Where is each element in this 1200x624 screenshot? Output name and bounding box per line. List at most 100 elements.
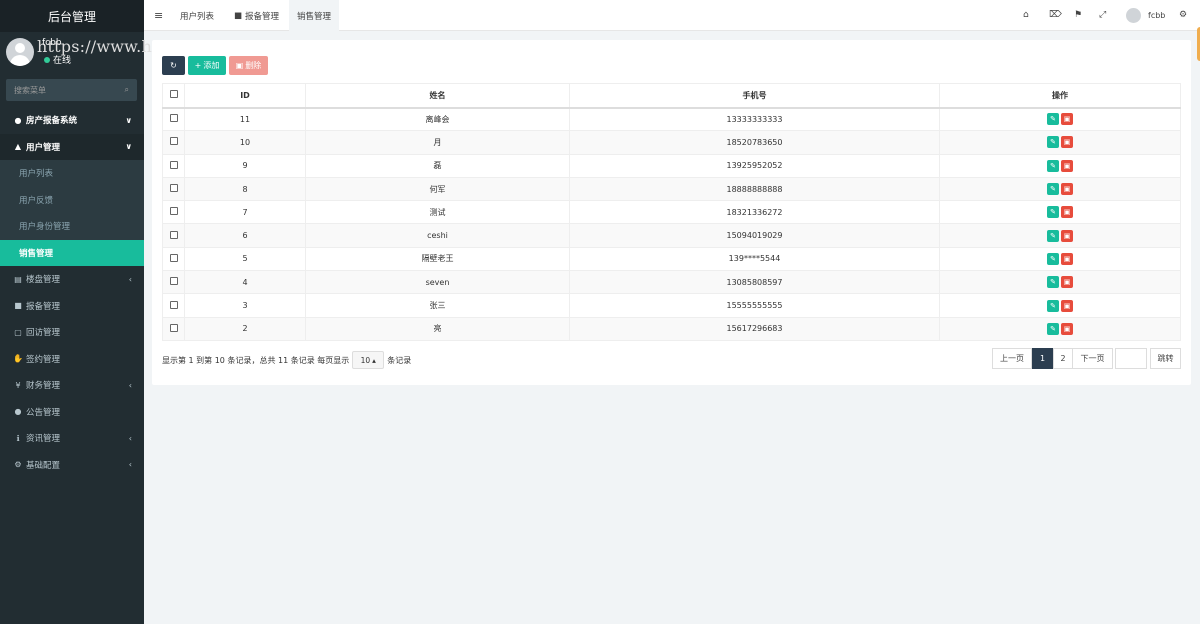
page-button-2[interactable]: 2 bbox=[1053, 348, 1073, 369]
sidebar-item-contract[interactable]: ✋ 签约管理 bbox=[0, 346, 144, 373]
sidebar-item-label: 销售管理 bbox=[19, 248, 54, 259]
pencil-icon: ✎ bbox=[1050, 161, 1056, 170]
edit-button[interactable]: ✎ bbox=[1047, 113, 1059, 126]
row-checkbox[interactable] bbox=[169, 160, 178, 169]
edit-button[interactable]: ✎ bbox=[1047, 136, 1059, 149]
row-checkbox[interactable] bbox=[169, 300, 178, 309]
cell-name: 亮 bbox=[305, 316, 570, 341]
row-checkbox[interactable] bbox=[169, 207, 178, 216]
select-all-checkbox[interactable] bbox=[169, 90, 178, 99]
page-number: 1 bbox=[1039, 354, 1046, 363]
table-row[interactable]: 3 张三 15555555555 ✎ ▣ bbox=[162, 293, 1181, 318]
column-header-name[interactable]: 姓名 bbox=[305, 83, 570, 109]
sidebar-item-config[interactable]: ⚙ 基础配置 ‹ bbox=[0, 452, 144, 479]
menu-toggle-icon[interactable]: ≡ bbox=[154, 9, 163, 22]
sidebar-item-notice[interactable]: ● 公告管理 bbox=[0, 399, 144, 426]
delete-row-button[interactable]: ▣ bbox=[1061, 206, 1073, 219]
sidebar-item-revisit[interactable]: ▢ 回访管理 bbox=[0, 319, 144, 346]
topbar-user-name[interactable]: fcbb bbox=[1148, 11, 1165, 20]
edit-button[interactable]: ✎ bbox=[1047, 229, 1059, 242]
sidebar-item-user-feedback[interactable]: 用户反馈 bbox=[0, 187, 144, 214]
table-row[interactable]: 2 亮 15617296683 ✎ ▣ bbox=[162, 316, 1181, 341]
jump-button[interactable]: 跳转 bbox=[1150, 348, 1181, 369]
pencil-icon: ✎ bbox=[1050, 138, 1056, 147]
page-size-select[interactable]: 10 ▴ bbox=[352, 351, 385, 369]
trash-icon: ▣ bbox=[1063, 115, 1071, 124]
edit-button[interactable]: ✎ bbox=[1047, 159, 1059, 172]
sidebar-item-building[interactable]: ▤ 楼盘管理 ‹ bbox=[0, 266, 144, 293]
tab-sales[interactable]: 销售管理 bbox=[289, 0, 340, 31]
table-row[interactable]: 11 离峰会 13333333333 ✎ ▣ bbox=[162, 106, 1181, 132]
table-row[interactable]: 7 测试 18321336272 ✎ ▣ bbox=[162, 200, 1181, 225]
delete-row-button[interactable]: ▣ bbox=[1061, 322, 1073, 335]
row-checkbox[interactable] bbox=[169, 114, 178, 123]
sidebar-item-property-system[interactable]: ● 房产报备系统 ∨ bbox=[0, 107, 144, 134]
language-icon[interactable]: ⚑ bbox=[1074, 10, 1082, 20]
trash-icon[interactable]: ⌦ bbox=[1049, 10, 1062, 20]
sidebar-item-user-management[interactable]: ▲ 用户管理 ∨ bbox=[0, 133, 144, 160]
edit-button[interactable]: ✎ bbox=[1047, 252, 1059, 265]
next-page-button[interactable]: 下一页 bbox=[1072, 348, 1113, 369]
page-button-1[interactable]: 1 bbox=[1032, 348, 1053, 369]
prev-page-label: 上一页 bbox=[1000, 354, 1024, 363]
table-row[interactable]: 9 磊 13925952052 ✎ ▣ bbox=[162, 153, 1181, 178]
add-button[interactable]: + 添加 bbox=[188, 56, 226, 75]
jump-page-input[interactable] bbox=[1115, 348, 1147, 369]
cell-phone: 13085808597 bbox=[569, 270, 940, 295]
edit-button[interactable]: ✎ bbox=[1047, 299, 1059, 312]
edit-button[interactable]: ✎ bbox=[1047, 183, 1059, 196]
column-header-id[interactable]: ID bbox=[184, 83, 306, 109]
cell-id: 6 bbox=[184, 223, 306, 248]
sidebar-item-sales[interactable]: 销售管理 bbox=[0, 239, 144, 266]
delete-row-button[interactable]: ▣ bbox=[1061, 229, 1073, 242]
trash-icon: ▣ bbox=[235, 61, 244, 70]
table-row[interactable]: 8 何军 18888888888 ✎ ▣ bbox=[162, 176, 1181, 202]
sidebar-item-label: 用户列表 bbox=[19, 169, 54, 180]
column-header-phone[interactable]: 手机号 bbox=[569, 83, 940, 109]
fullscreen-icon[interactable]: ⤢ bbox=[1099, 10, 1106, 20]
trash-icon: ▣ bbox=[1063, 161, 1071, 170]
cell-actions: ✎ ▣ bbox=[939, 293, 1181, 318]
row-checkbox[interactable] bbox=[169, 277, 178, 286]
refresh-button[interactable]: ↻ bbox=[162, 56, 185, 75]
edit-button[interactable]: ✎ bbox=[1047, 276, 1059, 289]
table-row[interactable]: 10 月 18520783650 ✎ ▣ bbox=[162, 130, 1181, 155]
sidebar-item-finance[interactable]: ¥ 财务管理 ‹ bbox=[0, 372, 144, 399]
delete-row-button[interactable]: ▣ bbox=[1061, 159, 1073, 172]
table-row[interactable]: 4 seven 13085808597 ✎ ▣ bbox=[162, 270, 1181, 295]
sidebar-item-news[interactable]: ℹ 资讯管理 ‹ bbox=[0, 425, 144, 452]
sidebar-item-label: 楼盘管理 bbox=[26, 275, 61, 286]
delete-row-button[interactable]: ▣ bbox=[1061, 113, 1073, 126]
refresh-icon: ↻ bbox=[170, 61, 177, 70]
table-row[interactable]: 5 隔壁老王 139****5544 ✎ ▣ bbox=[162, 246, 1181, 272]
sidebar-item-user-list[interactable]: 用户列表 bbox=[0, 160, 144, 187]
app-title[interactable]: 后台管理 bbox=[0, 0, 144, 32]
table-row[interactable]: 6 ceshi 15094019029 ✎ ▣ bbox=[162, 223, 1181, 248]
row-checkbox[interactable] bbox=[169, 230, 178, 239]
row-checkbox[interactable] bbox=[169, 184, 178, 193]
delete-row-button[interactable]: ▣ bbox=[1061, 299, 1073, 312]
gear-icon[interactable]: ⚙ bbox=[1179, 10, 1187, 20]
edit-button[interactable]: ✎ bbox=[1047, 206, 1059, 219]
home-icon[interactable]: ⌂ bbox=[1023, 10, 1029, 20]
row-checkbox[interactable] bbox=[169, 253, 178, 262]
avatar[interactable] bbox=[1126, 8, 1141, 23]
edit-button[interactable]: ✎ bbox=[1047, 322, 1059, 335]
tab-report[interactable]: ■ 报备管理 bbox=[226, 0, 287, 31]
delete-row-button[interactable]: ▣ bbox=[1061, 276, 1073, 289]
delete-row-button[interactable]: ▣ bbox=[1061, 252, 1073, 265]
delete-row-button[interactable]: ▣ bbox=[1061, 183, 1073, 196]
delete-button[interactable]: ▣ 删除 bbox=[229, 56, 268, 75]
row-select-cell bbox=[162, 246, 185, 272]
sidebar-search-input[interactable]: 搜索菜单 ⌕ bbox=[6, 79, 137, 101]
cell-id: 8 bbox=[184, 176, 306, 202]
cell-id: 2 bbox=[184, 316, 306, 341]
sidebar-item-user-identity[interactable]: 用户身份管理 bbox=[0, 213, 144, 240]
row-checkbox[interactable] bbox=[169, 137, 178, 146]
tab-user-list[interactable]: 用户列表 bbox=[172, 0, 222, 31]
sidebar-item-report[interactable]: ■ 报备管理 bbox=[0, 293, 144, 320]
prev-page-button[interactable]: 上一页 bbox=[992, 348, 1032, 369]
delete-row-button[interactable]: ▣ bbox=[1061, 136, 1073, 149]
search-icon[interactable]: ⌕ bbox=[125, 85, 129, 95]
row-checkbox[interactable] bbox=[169, 323, 178, 332]
